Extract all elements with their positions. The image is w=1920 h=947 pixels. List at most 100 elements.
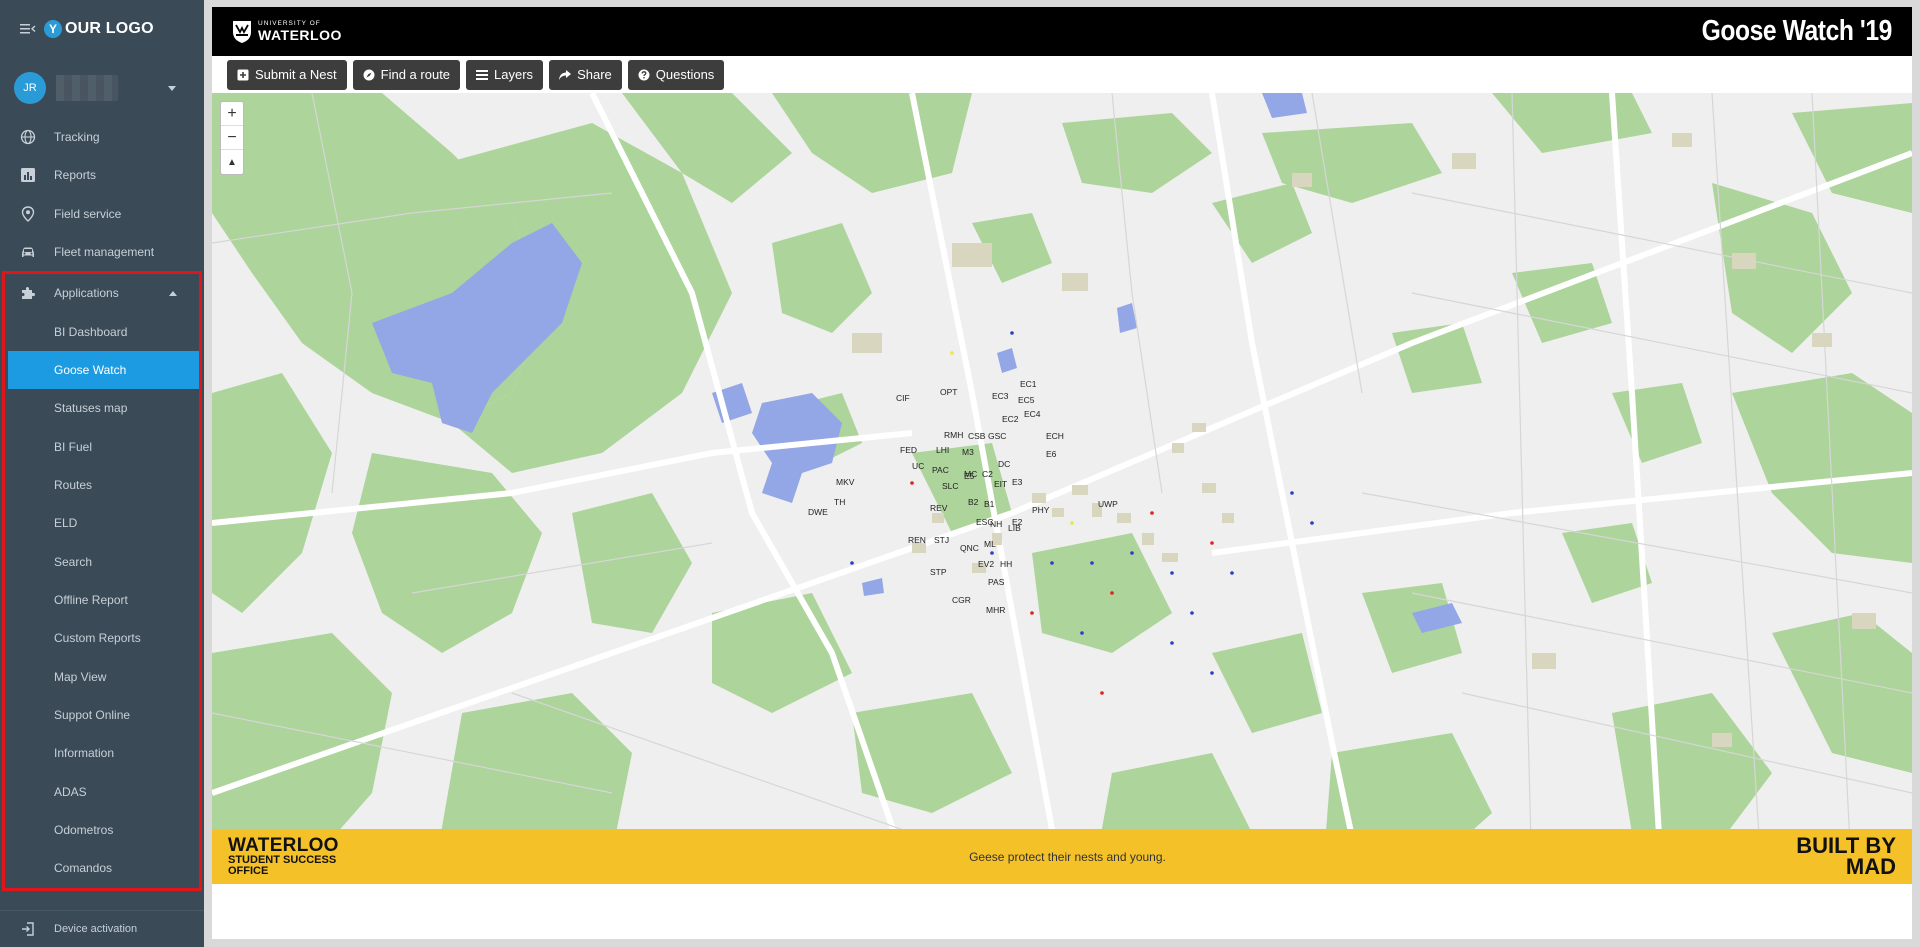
map-building-label: CIF	[896, 393, 910, 403]
map-building-label: EC1	[1020, 379, 1037, 389]
zoom-out-button[interactable]: −	[221, 126, 243, 150]
share-icon	[559, 69, 572, 80]
sidebar-subitem-search[interactable]: Search	[5, 543, 199, 581]
sidebar: Y OUR LOGO JR Tracking Reports Field ser…	[0, 0, 204, 947]
sidebar-subitem-statuses-map[interactable]: Statuses map	[5, 389, 199, 427]
map-tiles[interactable]	[212, 93, 1912, 884]
sidebar-item-field-service[interactable]: Field service	[0, 195, 204, 233]
sidebar-subitem-comandos[interactable]: Comandos	[5, 849, 199, 887]
map-building-label: RMH	[944, 430, 964, 440]
app-toolbar: Submit a Nest Find a route Layers Share …	[212, 56, 1912, 93]
map-building-label: MKV	[836, 477, 855, 487]
sidebar-subitem-odometros[interactable]: Odometros	[5, 811, 199, 849]
sidebar-subitem-bi-fuel[interactable]: BI Fuel	[5, 428, 199, 466]
map-building-label: GSC	[988, 431, 1007, 441]
question-circle-icon	[638, 69, 650, 80]
map-building-label: E5	[964, 471, 975, 481]
map-building-label: EC5	[1018, 395, 1035, 405]
sidebar-subitem-support-online[interactable]: Suppot Online	[5, 696, 199, 734]
map-building-label: HH	[1000, 559, 1013, 569]
sidebar-subitem-offline-report[interactable]: Offline Report	[5, 581, 199, 619]
uwaterloo-logo[interactable]: UNIVERSITY OF WATERLOO	[232, 20, 342, 44]
map-building-label: LHI	[936, 445, 950, 455]
map-building-label: REN	[908, 535, 926, 545]
map-building-label: C2	[982, 469, 993, 479]
share-button[interactable]: Share	[549, 59, 622, 90]
button-label: Layers	[494, 67, 534, 82]
map-building-label: M3	[962, 447, 974, 457]
map-building-label: SLC	[942, 481, 959, 491]
chevron-up-icon[interactable]	[169, 291, 177, 297]
map-building-label: STP	[930, 567, 947, 577]
sidebar-item-device-activation[interactable]: Device activation	[0, 910, 204, 947]
map-building-label: EV2	[978, 559, 995, 569]
sidebar-subitem-adas[interactable]: ADAS	[5, 773, 199, 811]
sidebar-subitem-custom-reports[interactable]: Custom Reports	[5, 619, 199, 657]
logo-mark: Y	[44, 20, 62, 38]
collapse-menu-icon[interactable]	[20, 22, 36, 36]
logo-text: OUR LOGO	[65, 20, 154, 37]
student-success-logo: WATERLOO STUDENT SUCCESS OFFICE	[228, 836, 339, 877]
footer-left-line-3: OFFICE	[228, 865, 269, 877]
sidebar-header: Y OUR LOGO	[0, 0, 204, 58]
sidebar-item-label: Reports	[54, 168, 97, 183]
map-building-label: DC	[998, 459, 1011, 469]
button-label: Submit a Nest	[255, 67, 337, 82]
avatar: JR	[14, 72, 46, 104]
sidebar-subitem-bi-dashboard[interactable]: BI Dashboard	[5, 312, 199, 350]
map-building-label: QNC	[960, 543, 979, 553]
applications-section-highlight: Applications BI Dashboard Goose Watch St…	[2, 271, 202, 891]
sidebar-subitem-routes[interactable]: Routes	[5, 466, 199, 504]
car-icon	[20, 244, 36, 260]
button-label: Questions	[655, 67, 715, 82]
campus-map[interactable]: + − ▲ EC1 EC3 EC5 OPT EC2 EC4 CIF RMH CSB GSC ECH F…	[212, 93, 1912, 884]
location-pin-icon	[20, 206, 36, 222]
plus-square-icon	[237, 69, 249, 80]
map-building-label: PAC	[932, 465, 949, 475]
sidebar-item-label: Field service	[54, 206, 122, 221]
compass-icon	[363, 69, 375, 80]
footer-right-line-2: MAD	[1845, 853, 1896, 879]
map-building-label: EIT	[994, 479, 1008, 489]
built-by-mad-logo: BUILT BY MAD	[1796, 834, 1896, 879]
map-building-label: ECH	[1046, 431, 1064, 441]
map-building-label: DWE	[808, 507, 828, 517]
map-building-label: PHY	[1032, 505, 1050, 515]
map-building-label: EC2	[1002, 414, 1019, 424]
goose-watch-app: UNIVERSITY OF WATERLOO Goose Watch '19 S…	[212, 7, 1912, 939]
zoom-control: + − ▲	[220, 101, 244, 175]
sign-in-icon	[22, 922, 34, 936]
zoom-in-button[interactable]: +	[221, 102, 243, 126]
chevron-down-icon[interactable]	[168, 86, 176, 91]
map-building-label: MHR	[986, 605, 1006, 615]
map-building-label: REV	[930, 503, 948, 513]
sidebar-item-reports[interactable]: Reports	[0, 156, 204, 194]
sidebar-subitem-eld[interactable]: ELD	[5, 504, 199, 542]
questions-button[interactable]: Questions	[627, 59, 725, 90]
sidebar-item-label: Fleet management	[54, 245, 155, 260]
app-header: UNIVERSITY OF WATERLOO Goose Watch '19	[212, 7, 1912, 56]
bar-chart-icon	[20, 167, 36, 183]
sidebar-subitem-goose-watch[interactable]: Goose Watch	[8, 350, 199, 390]
find-route-button[interactable]: Find a route	[352, 59, 461, 90]
map-building-label: ML	[984, 539, 996, 549]
sidebar-subitem-map-view[interactable]: Map View	[5, 658, 199, 696]
sidebar-item-applications[interactable]: Applications	[5, 274, 199, 312]
sidebar-item-fleet-management[interactable]: Fleet management	[0, 233, 204, 271]
submit-nest-button[interactable]: Submit a Nest	[227, 59, 347, 90]
map-building-label: CSB	[968, 431, 986, 441]
button-label: Share	[577, 67, 612, 82]
map-building-label: STJ	[934, 535, 950, 545]
footer-left-line-1: WATERLOO	[228, 835, 339, 856]
uwaterloo-crest-icon	[233, 20, 251, 43]
uw-big-text: WATERLOO	[258, 26, 342, 43]
user-menu[interactable]: JR	[0, 58, 204, 118]
sidebar-item-label: Device activation	[54, 923, 138, 935]
map-building-label: E6	[1046, 449, 1057, 459]
sidebar-item-tracking[interactable]: Tracking	[0, 118, 204, 156]
reset-north-button[interactable]: ▲	[221, 150, 243, 174]
layers-button[interactable]: Layers	[466, 59, 544, 90]
nav-top-list: Tracking Reports Field service Fleet man…	[0, 118, 204, 271]
footer-tip-text: Geese protect their nests and young.	[969, 849, 1166, 864]
sidebar-subitem-information[interactable]: Information	[5, 734, 199, 772]
